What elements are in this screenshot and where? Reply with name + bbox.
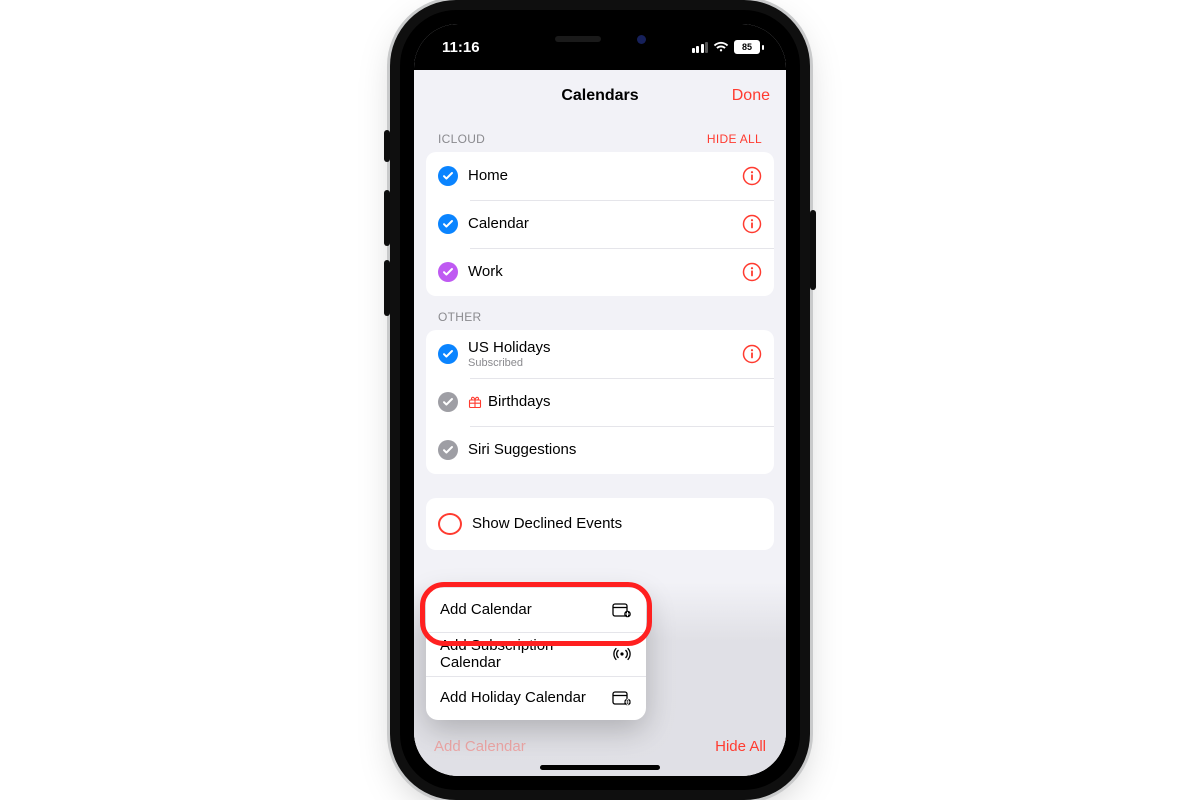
add-calendar-menu: Add Calendar Add Subscription Calendar (426, 588, 646, 720)
mute-switch (384, 130, 390, 162)
battery-level: 85 (734, 40, 760, 54)
other-group: US Holidays Subscribed Birthdays (426, 330, 774, 474)
menu-label: Add Holiday Calendar (440, 689, 586, 706)
section-header-icloud: ICLOUD HIDE ALL (426, 118, 774, 152)
section-title-icloud: ICLOUD (438, 132, 485, 146)
done-button[interactable]: Done (732, 74, 770, 118)
volume-up-button (384, 190, 390, 246)
calendar-row-siri[interactable]: Siri Suggestions (426, 426, 774, 474)
calendar-row-us-holidays[interactable]: US Holidays Subscribed (426, 330, 774, 378)
gift-icon (468, 395, 482, 409)
info-icon[interactable] (742, 262, 762, 282)
checkmark-icon (438, 214, 458, 234)
sheet-title: Calendars (561, 87, 638, 105)
cellular-signal-icon (692, 42, 709, 53)
info-icon[interactable] (742, 344, 762, 364)
calendar-globe-icon (612, 690, 632, 706)
calendar-sublabel: Subscribed (468, 357, 732, 369)
calendar-row-work[interactable]: Work (426, 248, 774, 296)
front-camera (637, 35, 646, 44)
menu-label: Add Subscription Calendar (440, 637, 590, 672)
info-icon[interactable] (742, 166, 762, 186)
status-right: 85 (692, 40, 765, 54)
menu-item-add-calendar[interactable]: Add Calendar (426, 588, 646, 632)
volume-down-button (384, 260, 390, 316)
side-button (810, 210, 816, 290)
bottom-toolbar: Add Calendar Hide All (426, 726, 774, 766)
checkmark-icon (438, 392, 458, 412)
broadcast-icon (612, 646, 632, 662)
calendar-row-calendar[interactable]: Calendar (426, 200, 774, 248)
section-header-other: OTHER (426, 296, 774, 330)
wifi-icon (713, 41, 729, 53)
checkmark-icon (438, 262, 458, 282)
calendar-label: Work (468, 263, 732, 281)
menu-item-add-holiday[interactable]: Add Holiday Calendar (426, 676, 646, 720)
icloud-group: Home Calendar Work (426, 152, 774, 296)
hide-all-button[interactable]: Hide All (715, 738, 766, 755)
menu-label: Add Calendar (440, 601, 532, 618)
add-calendar-button[interactable]: Add Calendar (434, 738, 526, 755)
info-icon[interactable] (742, 214, 762, 234)
calendar-label: Birthdays (488, 393, 762, 411)
section-title-other: OTHER (438, 310, 482, 324)
calendar-label: Home (468, 167, 732, 185)
calendar-row-birthdays[interactable]: Birthdays (426, 378, 774, 426)
unchecked-circle-icon (438, 513, 462, 535)
checkmark-icon (438, 440, 458, 460)
notch (515, 24, 685, 54)
show-declined-row[interactable]: Show Declined Events (426, 498, 774, 550)
iphone-frame: 11:16 85 Calendars Done (400, 10, 800, 790)
speaker-grille (555, 36, 601, 42)
declined-group: Show Declined Events (426, 498, 774, 550)
checkmark-icon (438, 344, 458, 364)
checkmark-icon (438, 166, 458, 186)
calendar-label: US Holidays (468, 339, 732, 357)
sheet-header: Calendars Done (414, 74, 786, 118)
calendar-row-home[interactable]: Home (426, 152, 774, 200)
hide-all-icloud-button[interactable]: HIDE ALL (707, 132, 762, 146)
calendar-label: Siri Suggestions (468, 441, 762, 459)
menu-item-add-subscription[interactable]: Add Subscription Calendar (426, 632, 646, 676)
calendar-add-icon (612, 602, 632, 618)
calendar-label: Calendar (468, 215, 732, 233)
screen: 11:16 85 Calendars Done (414, 24, 786, 776)
declined-label: Show Declined Events (472, 515, 762, 533)
status-time: 11:16 (442, 39, 480, 56)
calendars-sheet: Calendars Done ICLOUD HIDE ALL Home (414, 74, 786, 776)
home-indicator[interactable] (540, 765, 660, 770)
battery-indicator: 85 (734, 40, 764, 54)
